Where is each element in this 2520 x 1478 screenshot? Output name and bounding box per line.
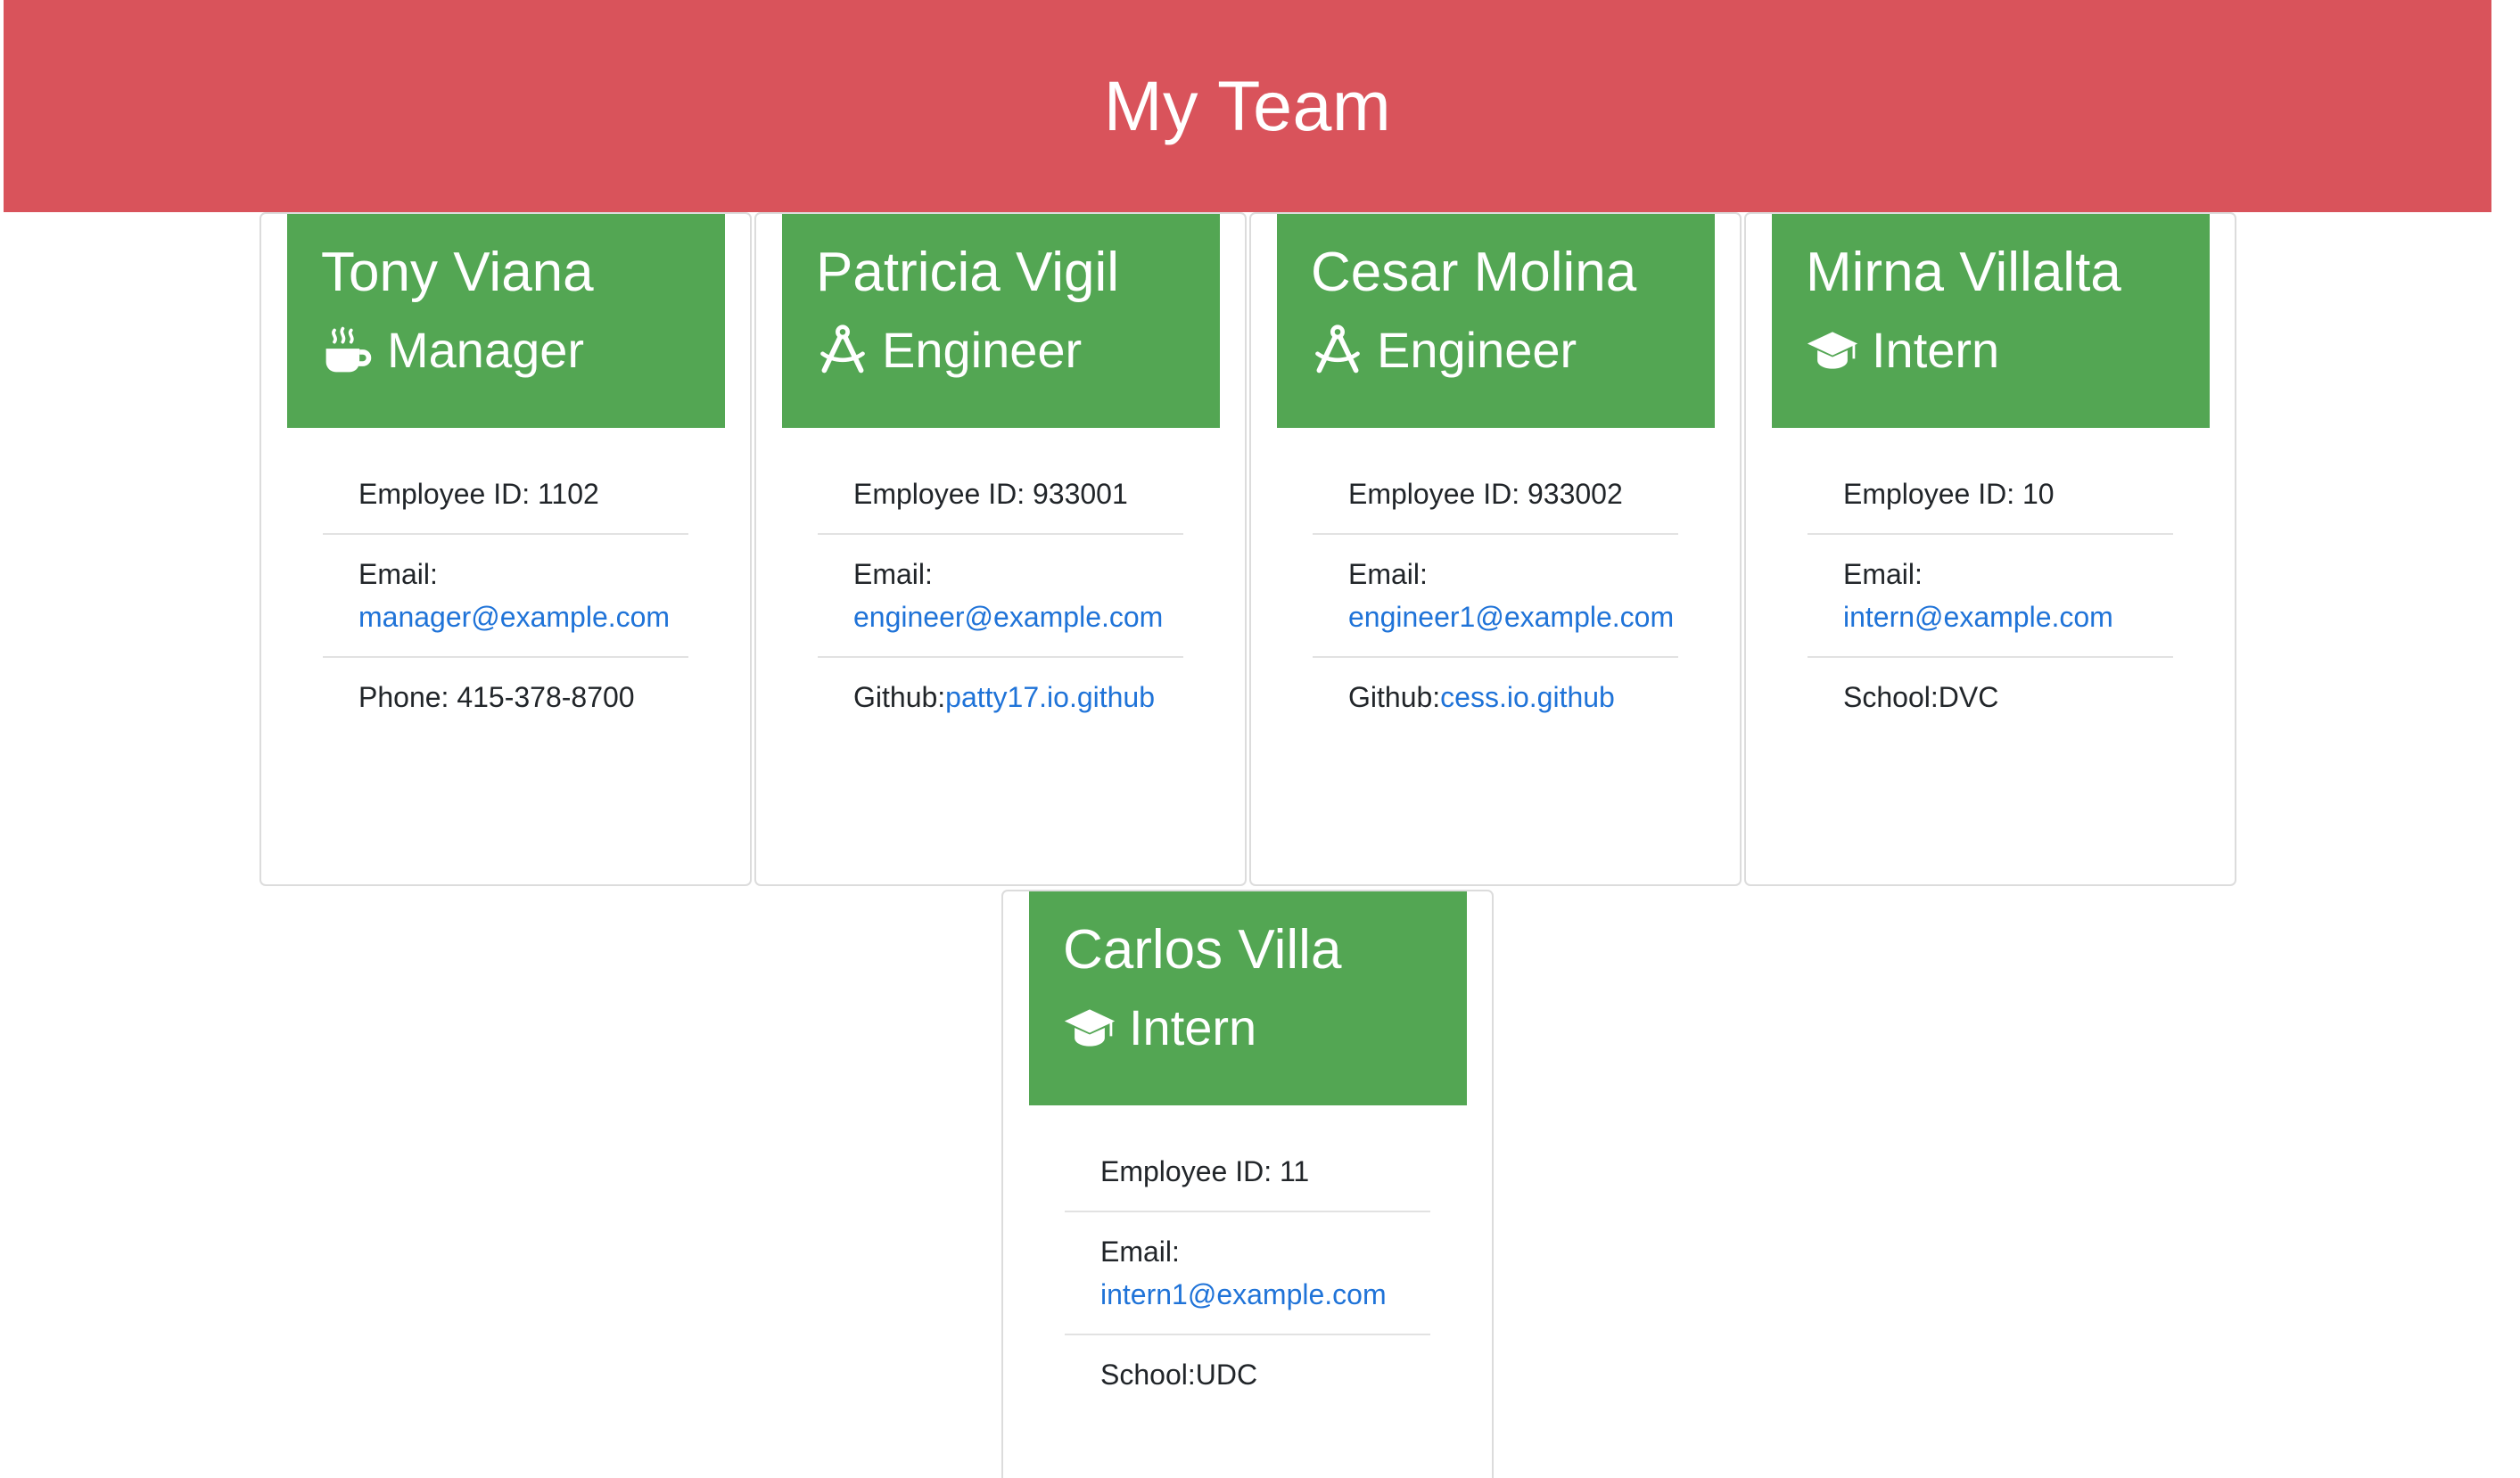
employee-details: Employee ID: 10 Email: intern@example.co…	[1808, 455, 2173, 736]
employee-card-intern: Carlos Villa Intern Employee ID: 11 Emai…	[1001, 890, 1494, 1478]
coffee-icon	[321, 324, 375, 377]
employee-github-item: Github:patty17.io.github	[853, 681, 1156, 713]
employee-email-item: Email: manager@example.com	[323, 535, 688, 658]
email-link[interactable]: intern@example.com	[1843, 601, 2113, 633]
employee-name: Patricia Vigil	[816, 242, 1120, 303]
employee-card-manager: Tony Viana Manager Employee ID: 1102 Ema…	[259, 212, 752, 886]
employee-email-item: Email: intern1@example.com	[1065, 1212, 1430, 1335]
employee-school: School:DVC	[1843, 681, 1999, 713]
employee-id: Employee ID: 933001	[818, 455, 1183, 535]
employee-role: Intern	[1806, 321, 1999, 379]
email-link[interactable]: intern1@example.com	[1100, 1278, 1387, 1310]
employee-name: Mirna Villalta	[1806, 242, 2121, 303]
employee-card-intern: Mirna Villalta Intern Employee ID: 10 Em…	[1744, 212, 2236, 886]
employee-id: Employee ID: 11	[1065, 1132, 1430, 1212]
graduation-cap-icon	[1063, 1001, 1116, 1055]
employee-details: Employee ID: 11 Email: intern1@example.c…	[1065, 1132, 1430, 1414]
card-header: Mirna Villalta Intern	[1772, 214, 2210, 428]
employee-details: Employee ID: 933002 Email: engineer1@exa…	[1313, 455, 1678, 736]
card-header: Tony Viana Manager	[287, 214, 725, 428]
employee-details: Employee ID: 1102 Email: manager@example…	[323, 455, 688, 736]
card-header: Cesar Molina Engineer	[1277, 214, 1715, 428]
employee-email-item: Email: engineer@example.com	[818, 535, 1183, 658]
page-title: My Team	[1103, 66, 1392, 145]
employee-id: Employee ID: 933002	[1313, 455, 1678, 535]
employee-email-item: Email: engineer1@example.com	[1313, 535, 1678, 658]
github-link[interactable]: cess.io.github	[1440, 681, 1615, 713]
employee-details: Employee ID: 933001 Email: engineer@exam…	[818, 455, 1183, 736]
card-header: Carlos Villa Intern	[1029, 891, 1467, 1105]
email-link[interactable]: engineer@example.com	[853, 601, 1163, 633]
card-header: Patricia Vigil Engineer	[782, 214, 1220, 428]
employee-card-engineer: Cesar Molina Engineer Employee ID: 93300…	[1249, 212, 1742, 886]
graduation-cap-icon	[1806, 324, 1859, 377]
employee-role: Manager	[321, 321, 584, 379]
employee-school: School:UDC	[1100, 1359, 1258, 1391]
employee-phone: Phone: 415-378-8700	[358, 681, 635, 713]
employee-role: Intern	[1063, 998, 1256, 1056]
employee-name: Cesar Molina	[1311, 242, 1637, 303]
employee-name: Carlos Villa	[1063, 919, 1342, 981]
compass-drafting-icon	[1311, 324, 1364, 377]
employee-id: Employee ID: 10	[1808, 455, 2173, 535]
github-link[interactable]: patty17.io.github	[945, 681, 1155, 713]
employee-card-engineer: Patricia Vigil Engineer Employee ID: 933…	[754, 212, 1247, 886]
email-link[interactable]: manager@example.com	[358, 601, 670, 633]
employee-role: Engineer	[1311, 321, 1577, 379]
employee-role: Engineer	[816, 321, 1082, 379]
employee-name: Tony Viana	[321, 242, 594, 303]
employee-id: Employee ID: 1102	[323, 455, 688, 535]
employee-email-item: Email: intern@example.com	[1808, 535, 2173, 658]
page-header: My Team	[4, 0, 2491, 212]
employee-github-item: Github:cess.io.github	[1348, 681, 1615, 713]
compass-drafting-icon	[816, 324, 869, 377]
email-link[interactable]: engineer1@example.com	[1348, 601, 1674, 633]
